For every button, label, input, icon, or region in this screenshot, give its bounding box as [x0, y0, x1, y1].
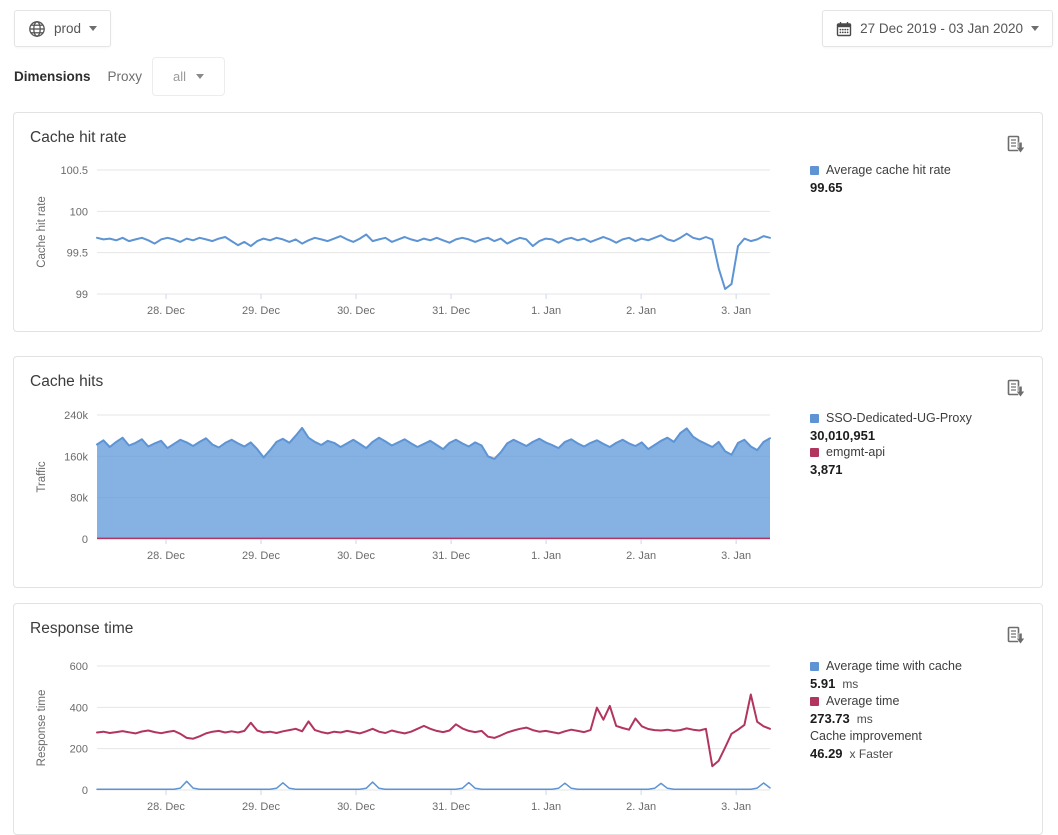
panel-title: Cache hit rate — [30, 129, 1042, 147]
report-download-icon[interactable] — [1007, 379, 1026, 399]
svg-text:2. Jan: 2. Jan — [626, 305, 656, 317]
panel-response-time: Response time 600 400 200 0 Response time 28.… — [13, 603, 1043, 835]
svg-text:31. Dec: 31. Dec — [432, 801, 470, 813]
legend-label: Average time — [810, 693, 1040, 710]
svg-text:100: 100 — [70, 206, 88, 218]
caret-down-icon — [196, 74, 204, 79]
response-time-chart: 600 400 200 0 Response time 28. Dec 29. Dec 30.… — [14, 654, 804, 826]
svg-text:30. Dec: 30. Dec — [337, 305, 375, 317]
svg-text:30. Dec: 30. Dec — [337, 550, 375, 562]
svg-text:0: 0 — [82, 534, 88, 546]
svg-text:80k: 80k — [70, 493, 88, 505]
proxy-filter-dropdown[interactable]: all — [152, 57, 225, 96]
date-range-label: 27 Dec 2019 - 03 Jan 2020 — [860, 21, 1023, 36]
svg-text:2. Jan: 2. Jan — [626, 801, 656, 813]
svg-text:99.5: 99.5 — [67, 248, 88, 260]
panel-title: Cache hits — [30, 373, 1042, 391]
svg-text:30. Dec: 30. Dec — [337, 801, 375, 813]
legend-swatch — [810, 414, 819, 423]
svg-text:200: 200 — [70, 744, 88, 756]
cache-hit-rate-legend: Average cache hit rate99.65 — [810, 162, 1040, 196]
svg-text:100.5: 100.5 — [60, 165, 88, 177]
caret-down-icon — [89, 26, 97, 31]
globe-icon — [28, 20, 46, 38]
cache-hits-legend: SSO-Dedicated-UG-Proxy30,010,951emgmt-ap… — [810, 410, 1040, 478]
svg-text:Cache hit rate: Cache hit rate — [36, 196, 48, 268]
svg-text:29. Dec: 29. Dec — [242, 801, 280, 813]
svg-text:1. Jan: 1. Jan — [531, 305, 561, 317]
filter-row: Dimensions Proxy all — [14, 57, 225, 96]
legend-label: Cache improvement — [810, 728, 1040, 745]
report-download-icon[interactable] — [1007, 135, 1026, 155]
svg-text:Traffic: Traffic — [36, 461, 48, 493]
svg-text:28. Dec: 28. Dec — [147, 305, 185, 317]
proxy-filter-value: all — [173, 69, 186, 84]
svg-text:240k: 240k — [64, 410, 88, 422]
svg-text:600: 600 — [70, 661, 88, 673]
legend-value: 273.73ms — [810, 710, 1040, 728]
response-time-legend: Average time with cache5.91msAverage tim… — [810, 658, 1040, 763]
environment-label: prod — [54, 21, 81, 36]
legend-swatch — [810, 662, 819, 671]
svg-text:1. Jan: 1. Jan — [531, 801, 561, 813]
svg-text:3. Jan: 3. Jan — [721, 550, 751, 562]
svg-text:Response time: Response time — [36, 690, 48, 767]
svg-text:160k: 160k — [64, 451, 88, 463]
caret-down-icon — [1031, 26, 1039, 31]
svg-text:28. Dec: 28. Dec — [147, 550, 185, 562]
svg-text:29. Dec: 29. Dec — [242, 305, 280, 317]
legend-label: Average cache hit rate — [810, 162, 1040, 179]
svg-text:28. Dec: 28. Dec — [147, 801, 185, 813]
svg-text:0: 0 — [82, 785, 88, 797]
calendar-icon — [836, 21, 852, 37]
cache-hit-rate-chart: 100.5 100 99.5 99 Cache hit rate 28. Dec 29. D… — [14, 158, 804, 330]
legend-value: 5.91ms — [810, 675, 1040, 693]
legend-swatch — [810, 697, 819, 706]
legend-value: 99.65 — [810, 179, 1040, 196]
report-download-icon[interactable] — [1007, 626, 1026, 646]
svg-text:2. Jan: 2. Jan — [626, 550, 656, 562]
svg-text:400: 400 — [70, 702, 88, 714]
svg-text:31. Dec: 31. Dec — [432, 550, 470, 562]
svg-text:99: 99 — [76, 289, 88, 301]
legend-swatch — [810, 166, 819, 175]
legend-value: 46.29x Faster — [810, 745, 1040, 763]
svg-text:3. Jan: 3. Jan — [721, 305, 751, 317]
dimension-name: Proxy — [108, 69, 143, 84]
svg-text:1. Jan: 1. Jan — [531, 550, 561, 562]
panel-cache-hits: Cache hits 240k 160k 80k 0 Traffic 28. Dec 29.… — [13, 356, 1043, 588]
legend-label: emgmt-api — [810, 444, 1040, 461]
legend-value: 3,871 — [810, 461, 1040, 478]
svg-text:3. Jan: 3. Jan — [721, 801, 751, 813]
panel-title: Response time — [30, 620, 1042, 638]
environment-selector[interactable]: prod — [14, 10, 111, 47]
legend-swatch — [810, 448, 819, 457]
cache-hits-chart: 240k 160k 80k 0 Traffic 28. Dec 29. Dec 30. Dec… — [14, 403, 804, 575]
legend-label: Average time with cache — [810, 658, 1040, 675]
svg-text:31. Dec: 31. Dec — [432, 305, 470, 317]
legend-value: 30,010,951 — [810, 427, 1040, 444]
date-range-selector[interactable]: 27 Dec 2019 - 03 Jan 2020 — [822, 10, 1053, 47]
legend-label: SSO-Dedicated-UG-Proxy — [810, 410, 1040, 427]
svg-text:29. Dec: 29. Dec — [242, 550, 280, 562]
dimensions-label: Dimensions — [14, 69, 91, 84]
panel-cache-hit-rate: Cache hit rate 100.5 100 99.5 99 Cache hit r… — [13, 112, 1043, 332]
